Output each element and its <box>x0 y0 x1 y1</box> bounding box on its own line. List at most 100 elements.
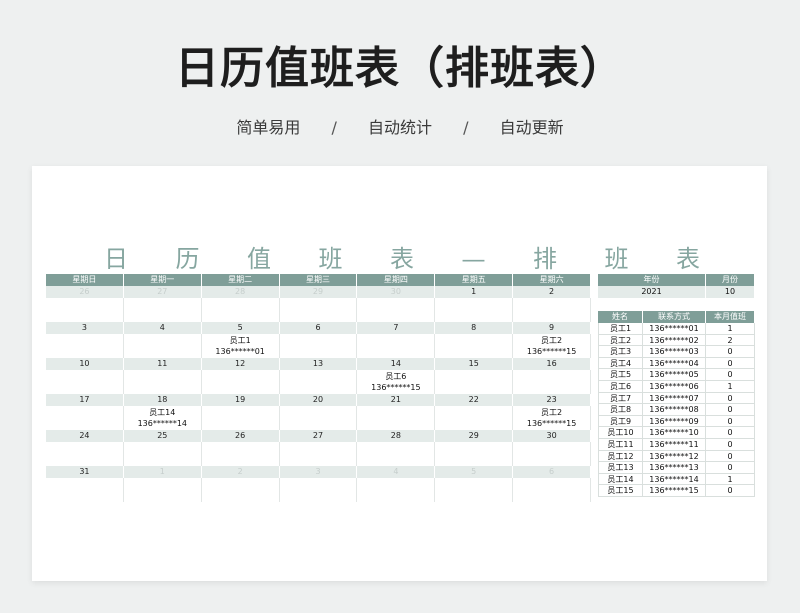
staff-name[interactable]: 员工7 <box>598 392 643 405</box>
duty-cell[interactable]: 员工1 136******01 <box>202 334 280 358</box>
duty-cell[interactable] <box>124 334 202 358</box>
staff-name[interactable]: 员工11 <box>598 438 643 451</box>
staff-name[interactable]: 员工4 <box>598 357 643 370</box>
duty-cell[interactable] <box>46 442 124 466</box>
duty-cell[interactable] <box>513 370 592 394</box>
month-value[interactable]: 10 <box>706 286 755 298</box>
duty-cell[interactable] <box>513 442 592 466</box>
table-row: 员工1 136******01 1 <box>598 323 755 335</box>
duty-cell[interactable] <box>46 334 124 358</box>
staff-contact[interactable]: 136******06 <box>643 380 706 393</box>
staff-contact[interactable]: 136******15 <box>643 485 706 497</box>
staff-duty-count[interactable]: 1 <box>706 323 755 335</box>
duty-cell[interactable] <box>46 478 124 502</box>
staff-contact[interactable]: 136******10 <box>643 427 706 439</box>
duty-cell[interactable]: 员工14 136******14 <box>124 406 202 430</box>
staff-name[interactable]: 员工5 <box>598 369 643 381</box>
duty-cell[interactable] <box>280 478 358 502</box>
duty-cell[interactable] <box>513 298 592 322</box>
duty-cell[interactable] <box>357 442 436 466</box>
calendar-week: 24 25 26 27 28 29 30 <box>46 430 592 466</box>
staff-duty-count[interactable]: 0 <box>706 369 755 381</box>
duty-cell[interactable] <box>202 370 280 394</box>
duty-cell[interactable] <box>435 298 514 322</box>
duty-cell[interactable] <box>124 478 202 502</box>
staff-name[interactable]: 员工8 <box>598 404 643 416</box>
staff-duty-count[interactable]: 0 <box>706 415 755 428</box>
duty-cell[interactable] <box>46 298 124 322</box>
duty-cell[interactable] <box>435 334 514 358</box>
staff-name[interactable]: 员工13 <box>598 462 643 474</box>
duty-cell[interactable] <box>357 478 436 502</box>
staff-name[interactable]: 员工1 <box>598 323 643 335</box>
duty-cell[interactable] <box>435 478 514 502</box>
duty-cell[interactable] <box>202 298 280 322</box>
staff-name[interactable]: 员工12 <box>598 450 643 463</box>
staff-contact[interactable]: 136******02 <box>643 334 706 347</box>
staff-duty-count[interactable]: 0 <box>706 450 755 463</box>
duty-cell[interactable] <box>202 406 280 430</box>
staff-duty-count[interactable]: 0 <box>706 357 755 370</box>
calendar-week: 26 27 28 29 30 1 2 <box>46 286 592 322</box>
duty-cell[interactable] <box>280 406 358 430</box>
staff-name[interactable]: 员工14 <box>598 473 643 486</box>
staff-contact[interactable]: 136******07 <box>643 392 706 405</box>
duty-cell[interactable] <box>280 370 358 394</box>
staff-duty-count[interactable]: 0 <box>706 462 755 474</box>
staff-duty-count[interactable]: 0 <box>706 427 755 439</box>
staff-contact[interactable]: 136******03 <box>643 346 706 358</box>
calendar-weeks: 26 27 28 29 30 1 2 3 4 5 6 7 8 9 员工1 136******01 员工2 136*… <box>46 286 592 502</box>
staff-contact[interactable]: 136******05 <box>643 369 706 381</box>
duty-cell[interactable] <box>435 370 514 394</box>
duty-cell[interactable] <box>46 370 124 394</box>
staff-name[interactable]: 员工9 <box>598 415 643 428</box>
duty-cell[interactable] <box>435 406 514 430</box>
year-value[interactable]: 2021 <box>598 286 706 298</box>
duty-cell[interactable] <box>202 442 280 466</box>
duty-cell[interactable] <box>357 298 436 322</box>
staff-contact[interactable]: 136******12 <box>643 450 706 463</box>
sheet-title-char: 值 <box>247 245 271 273</box>
weekday-cell: 星期二 <box>201 274 280 286</box>
day-number-row: 31 1 2 3 4 5 6 <box>46 466 592 478</box>
duty-cell[interactable]: 员工2 136******15 <box>513 334 592 358</box>
staff-contact[interactable]: 136******01 <box>643 323 706 335</box>
staff-duty-count[interactable]: 1 <box>706 380 755 393</box>
duty-cell[interactable]: 员工2 136******15 <box>513 406 592 430</box>
staff-name[interactable]: 员工10 <box>598 427 643 439</box>
staff-duty-count[interactable]: 1 <box>706 473 755 486</box>
duty-cell[interactable] <box>513 478 592 502</box>
staff-contact[interactable]: 136******09 <box>643 415 706 428</box>
duty-cell[interactable] <box>124 442 202 466</box>
duty-cell[interactable] <box>124 298 202 322</box>
duty-cell[interactable] <box>280 334 358 358</box>
staff-duty-count[interactable]: 0 <box>706 392 755 405</box>
weekday-cell: 星期五 <box>435 274 514 286</box>
duty-cell[interactable] <box>435 442 514 466</box>
sheet-title-char: 日 <box>104 245 128 273</box>
staff-contact[interactable]: 136******11 <box>643 438 706 451</box>
staff-duty-count[interactable]: 0 <box>706 346 755 358</box>
duty-cell[interactable] <box>202 478 280 502</box>
staff-contact[interactable]: 136******13 <box>643 462 706 474</box>
staff-duty-count[interactable]: 0 <box>706 404 755 416</box>
staff-duty-count[interactable]: 2 <box>706 334 755 347</box>
staff-name[interactable]: 员工15 <box>598 485 643 497</box>
duty-cell[interactable] <box>280 298 358 322</box>
staff-name[interactable]: 员工2 <box>598 334 643 347</box>
table-row: 员工12 136******12 0 <box>598 450 755 463</box>
staff-name[interactable]: 员工3 <box>598 346 643 358</box>
duty-cell[interactable]: 员工6 136******15 <box>357 370 436 394</box>
duty-cell[interactable] <box>357 406 436 430</box>
duty-cell[interactable] <box>357 334 436 358</box>
duty-staff-phone: 136******15 <box>526 347 577 356</box>
duty-cell[interactable] <box>124 370 202 394</box>
duty-cell[interactable] <box>46 406 124 430</box>
staff-contact[interactable]: 136******14 <box>643 473 706 486</box>
staff-duty-count[interactable]: 0 <box>706 438 755 451</box>
staff-name[interactable]: 员工6 <box>598 380 643 393</box>
duty-cell[interactable] <box>280 442 358 466</box>
staff-contact[interactable]: 136******08 <box>643 404 706 416</box>
staff-duty-count[interactable]: 0 <box>706 485 755 497</box>
staff-contact[interactable]: 136******04 <box>643 357 706 370</box>
